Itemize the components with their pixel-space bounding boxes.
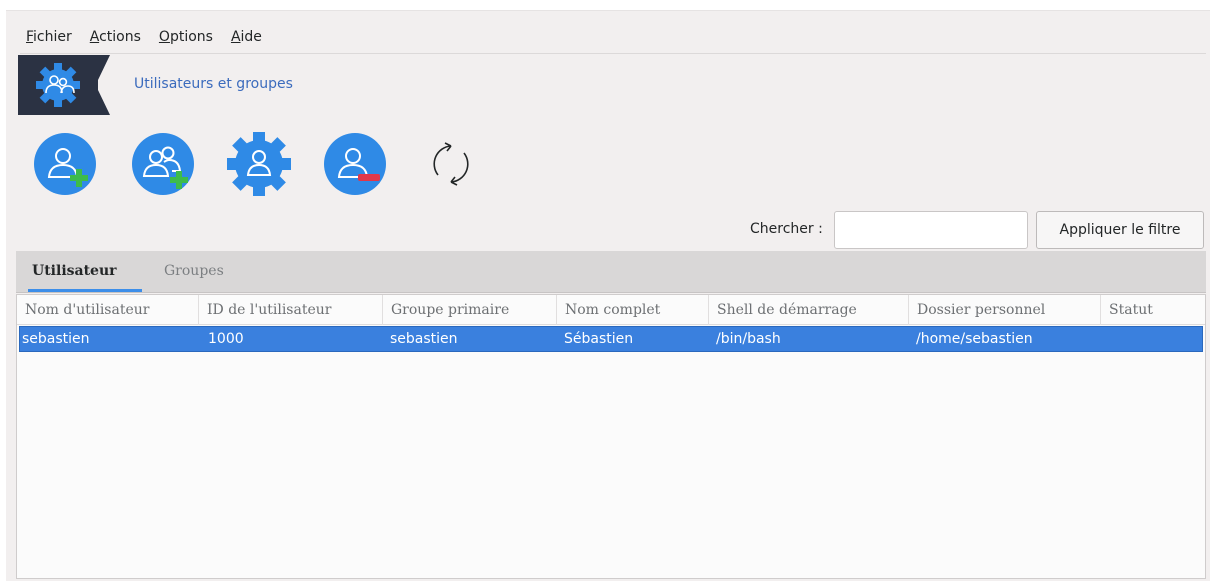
add-user-button[interactable] bbox=[32, 131, 98, 197]
delete-user-icon bbox=[324, 133, 386, 195]
column-header-uid[interactable]: ID de l'utilisateur bbox=[199, 295, 383, 325]
column-header-status[interactable]: Statut bbox=[1101, 295, 1205, 325]
column-header-username[interactable]: Nom d'utilisateur bbox=[17, 295, 199, 325]
column-header-full-name[interactable]: Nom complet bbox=[557, 295, 709, 325]
page-title: Utilisateurs et groupes bbox=[134, 76, 293, 92]
refresh-button[interactable] bbox=[418, 131, 484, 197]
add-group-button[interactable] bbox=[130, 131, 196, 197]
delete-user-button[interactable] bbox=[322, 131, 388, 197]
cell-login-shell: /bin/bash bbox=[716, 331, 781, 347]
search-label: Chercher : bbox=[750, 221, 823, 237]
users-groups-window: Fichier Actions Options Aide Utilisateur… bbox=[6, 10, 1210, 581]
tab-utilisateur[interactable]: Utilisateur bbox=[32, 263, 117, 279]
tab-groupes[interactable]: Groupes bbox=[164, 263, 224, 279]
cell-home-directory: /home/sebastien bbox=[916, 331, 1033, 347]
column-header-home-directory[interactable]: Dossier personnel bbox=[909, 295, 1101, 325]
search-input[interactable] bbox=[834, 211, 1028, 249]
add-user-icon bbox=[34, 133, 96, 195]
table-row[interactable]: sebastien 1000 sebastien Sébastien /bin/… bbox=[19, 326, 1203, 352]
menu-actions[interactable]: Actions bbox=[90, 29, 141, 51]
gear-user-icon bbox=[227, 132, 291, 196]
cell-full-name: Sébastien bbox=[564, 331, 634, 347]
menu-fichier[interactable]: Fichier bbox=[26, 29, 72, 51]
cell-uid: 1000 bbox=[208, 331, 244, 347]
cell-primary-group: sebastien bbox=[390, 331, 458, 347]
banner-notch bbox=[86, 55, 110, 115]
table-header: Nom d'utilisateur ID de l'utilisateur Gr… bbox=[17, 295, 1205, 325]
column-header-login-shell[interactable]: Shell de démarrage bbox=[709, 295, 909, 325]
cell-username: sebastien bbox=[22, 331, 90, 347]
users-table: Nom d'utilisateur ID de l'utilisateur Gr… bbox=[16, 294, 1206, 579]
menu-bar: Fichier Actions Options Aide bbox=[26, 29, 262, 51]
active-tab-indicator bbox=[28, 289, 142, 292]
menu-aide[interactable]: Aide bbox=[231, 29, 262, 51]
apply-filter-button[interactable]: Appliquer le filtre bbox=[1036, 211, 1204, 249]
tab-bar: Utilisateur Groupes bbox=[16, 251, 1206, 293]
column-header-primary-group[interactable]: Groupe primaire bbox=[383, 295, 557, 325]
refresh-icon bbox=[433, 142, 469, 186]
edit-button[interactable] bbox=[226, 131, 292, 197]
menu-divider bbox=[20, 53, 1206, 54]
add-group-icon bbox=[132, 133, 194, 195]
menu-options[interactable]: Options bbox=[159, 29, 213, 51]
cell-status bbox=[1106, 327, 1202, 351]
